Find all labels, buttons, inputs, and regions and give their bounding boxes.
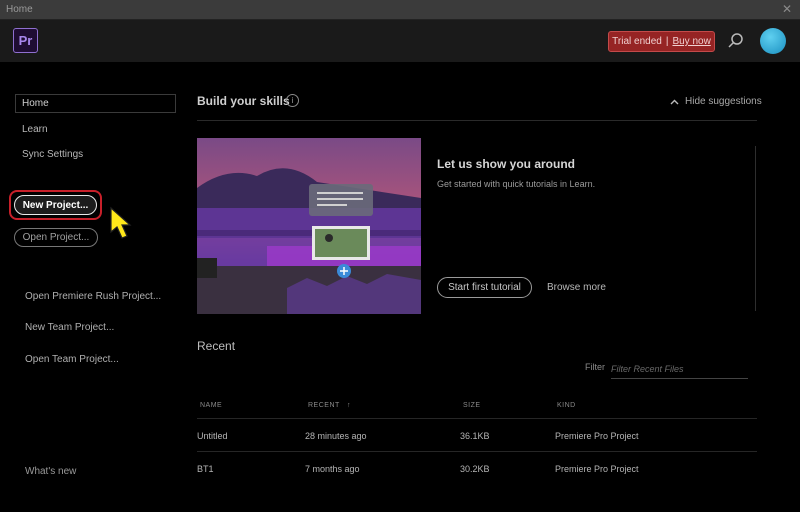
new-team-project-link[interactable]: New Team Project... xyxy=(25,322,114,333)
column-header-kind[interactable]: KIND xyxy=(557,402,576,409)
sort-arrow-icon: ↑ xyxy=(347,402,351,409)
browse-more-button[interactable]: Browse more xyxy=(547,282,606,293)
pointer-cursor-icon xyxy=(108,206,138,242)
row-divider xyxy=(197,418,757,419)
file-recent: 7 months ago xyxy=(305,464,360,474)
app-header: Pr Trial ended | Buy now xyxy=(0,20,800,62)
file-name[interactable]: BT1 xyxy=(197,464,214,474)
column-header-recent-label: RECENT xyxy=(308,402,340,409)
file-recent: 28 minutes ago xyxy=(305,431,367,441)
tutorial-card-title: Let us show you around xyxy=(437,157,575,171)
hide-suggestions-label: Hide suggestions xyxy=(685,96,762,107)
row-divider xyxy=(197,451,757,452)
open-rush-project-link[interactable]: Open Premiere Rush Project... xyxy=(25,291,161,302)
tutorial-thumbnail[interactable] xyxy=(197,138,421,314)
trial-banner[interactable]: Trial ended | Buy now xyxy=(608,31,715,52)
filter-recent-input[interactable] xyxy=(611,360,748,379)
hide-suggestions-button[interactable]: Hide suggestions xyxy=(670,96,762,107)
trial-status-text: Trial ended xyxy=(612,36,662,47)
close-icon[interactable]: ✕ xyxy=(782,2,792,16)
new-project-button[interactable]: New Project... xyxy=(14,195,97,215)
recent-title: Recent xyxy=(197,339,235,353)
start-tutorial-button[interactable]: Start first tutorial xyxy=(437,277,532,298)
sidebar-item-home[interactable]: Home xyxy=(15,94,176,113)
file-name[interactable]: Untitled xyxy=(197,431,228,441)
open-team-project-link[interactable]: Open Team Project... xyxy=(25,354,119,365)
skills-title: Build your skills xyxy=(197,94,290,108)
file-kind: Premiere Pro Project xyxy=(555,431,639,441)
column-header-recent[interactable]: RECENT ↑ xyxy=(308,402,351,409)
tutorial-card-description: Get started with quick tutorials in Lear… xyxy=(437,179,595,189)
column-header-name[interactable]: NAME xyxy=(200,402,222,409)
sidebar-item-learn[interactable]: Learn xyxy=(22,124,48,135)
info-icon[interactable]: i xyxy=(286,94,299,107)
column-header-size[interactable]: SIZE xyxy=(463,402,481,409)
trial-separator: | xyxy=(666,36,669,47)
chevron-up-icon xyxy=(670,99,679,105)
open-project-button[interactable]: Open Project... xyxy=(14,228,98,247)
file-size: 36.1KB xyxy=(460,431,490,441)
file-size: 30.2KB xyxy=(460,464,490,474)
premiere-logo: Pr xyxy=(13,28,38,53)
buy-now-link[interactable]: Buy now xyxy=(672,36,710,47)
sidebar-item-sync-settings[interactable]: Sync Settings xyxy=(22,149,83,160)
search-icon[interactable] xyxy=(727,32,745,50)
whats-new-link[interactable]: What's new xyxy=(25,466,76,477)
card-edge xyxy=(755,146,756,311)
section-divider xyxy=(197,120,757,121)
window-titlebar: Home ✕ xyxy=(0,0,800,20)
filter-label: Filter xyxy=(585,362,605,372)
avatar[interactable] xyxy=(760,28,786,54)
file-kind: Premiere Pro Project xyxy=(555,464,639,474)
window-title: Home xyxy=(6,4,33,15)
